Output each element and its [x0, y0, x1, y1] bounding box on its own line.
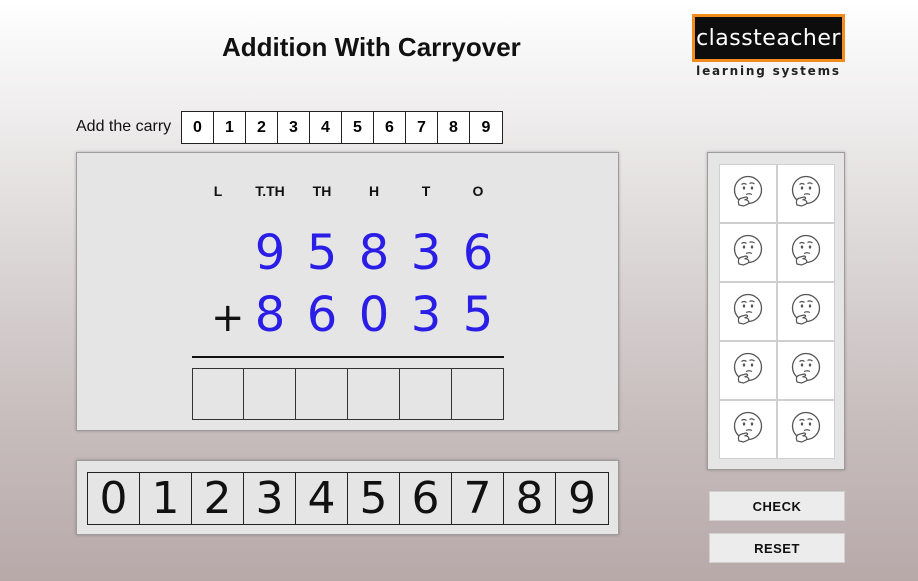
- draggable-digit-7[interactable]: 7: [452, 473, 504, 524]
- sum-divider: [192, 356, 504, 358]
- second-addend-digit: 6: [306, 287, 338, 343]
- thinking-face-icon: [731, 410, 765, 449]
- column-header-ten-thousands: T.TH: [255, 183, 285, 199]
- second-addend-digit: 0: [358, 287, 390, 343]
- column-header-lakh: L: [213, 183, 223, 199]
- draggable-digit-0[interactable]: 0: [88, 473, 140, 524]
- first-addend-digit: 8: [358, 225, 390, 281]
- carry-selector: 0 1 2 3 4 5 6 7 8 9: [181, 111, 503, 144]
- carry-digit-4[interactable]: 4: [310, 112, 342, 143]
- thinking-face-icon: [789, 351, 823, 390]
- page-title: Addition With Carryover: [222, 32, 521, 62]
- first-addend-digit: 9: [254, 225, 286, 281]
- answer-slot-ones[interactable]: [452, 368, 504, 420]
- column-header-ones: O: [472, 183, 484, 199]
- answer-slot-hundreds[interactable]: [348, 368, 400, 420]
- thinking-face-icon: [731, 292, 765, 331]
- feedback-cell: [719, 223, 777, 282]
- answer-row: [192, 368, 504, 420]
- draggable-digit-5[interactable]: 5: [348, 473, 400, 524]
- thinking-face-icon: [731, 351, 765, 390]
- reset-button[interactable]: RESET: [709, 533, 845, 563]
- feedback-cell: [719, 282, 777, 341]
- digit-tray-panel: 0 1 2 3 4 5 6 7 8 9: [76, 460, 619, 535]
- first-addend-digit: 3: [410, 225, 442, 281]
- carry-digit-9[interactable]: 9: [470, 112, 502, 143]
- carry-digit-3[interactable]: 3: [278, 112, 310, 143]
- problem-panel: L T.TH TH H T O 9 5 8 3 6 + 8 6 0 3 5: [76, 152, 619, 431]
- feedback-cell: [719, 400, 777, 459]
- feedback-cell: [777, 282, 835, 341]
- column-header-tens: T: [421, 183, 431, 199]
- feedback-cell: [719, 341, 777, 400]
- draggable-digit-1[interactable]: 1: [140, 473, 192, 524]
- logo-wordmark: classteacher: [692, 14, 845, 62]
- draggable-digit-4[interactable]: 4: [296, 473, 348, 524]
- draggable-digit-6[interactable]: 6: [400, 473, 452, 524]
- column-header-thousands: TH: [312, 183, 332, 199]
- feedback-cell: [777, 223, 835, 282]
- thinking-face-icon: [789, 174, 823, 213]
- carry-label: Add the carry: [76, 118, 172, 135]
- second-addend: 8 6 0 3 5: [77, 287, 618, 347]
- thinking-face-icon: [789, 410, 823, 449]
- second-addend-digit: 5: [462, 287, 494, 343]
- thinking-face-icon: [789, 233, 823, 272]
- carry-digit-7[interactable]: 7: [406, 112, 438, 143]
- second-addend-digit: 8: [254, 287, 286, 343]
- place-value-headers: L T.TH TH H T O: [77, 183, 618, 203]
- carry-digit-0[interactable]: 0: [182, 112, 214, 143]
- classteacher-logo: classteacher learning systems: [692, 14, 845, 78]
- second-addend-digit: 3: [410, 287, 442, 343]
- thinking-face-icon: [731, 233, 765, 272]
- thinking-face-icon: [789, 292, 823, 331]
- answer-slot-tens[interactable]: [400, 368, 452, 420]
- column-header-hundreds: H: [368, 183, 380, 199]
- thinking-face-icon: [731, 174, 765, 213]
- first-addend-digit: 6: [462, 225, 494, 281]
- feedback-cell: [777, 400, 835, 459]
- draggable-digit-9[interactable]: 9: [556, 473, 608, 524]
- answer-slot-ten-thousands[interactable]: [244, 368, 296, 420]
- feedback-cell: [777, 164, 835, 223]
- carry-digit-6[interactable]: 6: [374, 112, 406, 143]
- carry-digit-8[interactable]: 8: [438, 112, 470, 143]
- feedback-cell: [719, 164, 777, 223]
- feedback-cell: [777, 341, 835, 400]
- answer-slot-thousands[interactable]: [296, 368, 348, 420]
- draggable-digit-8[interactable]: 8: [504, 473, 556, 524]
- first-addend-digit: 5: [306, 225, 338, 281]
- first-addend: 9 5 8 3 6: [77, 225, 618, 285]
- carry-digit-1[interactable]: 1: [214, 112, 246, 143]
- draggable-digit-3[interactable]: 3: [244, 473, 296, 524]
- logo-tagline: learning systems: [696, 64, 841, 78]
- draggable-digit-2[interactable]: 2: [192, 473, 244, 524]
- answer-slot-lakh[interactable]: [192, 368, 244, 420]
- feedback-panel: [707, 152, 845, 470]
- check-button[interactable]: CHECK: [709, 491, 845, 521]
- carry-digit-5[interactable]: 5: [342, 112, 374, 143]
- digit-tray: 0 1 2 3 4 5 6 7 8 9: [87, 472, 609, 525]
- carry-digit-2[interactable]: 2: [246, 112, 278, 143]
- feedback-grid: [719, 164, 835, 459]
